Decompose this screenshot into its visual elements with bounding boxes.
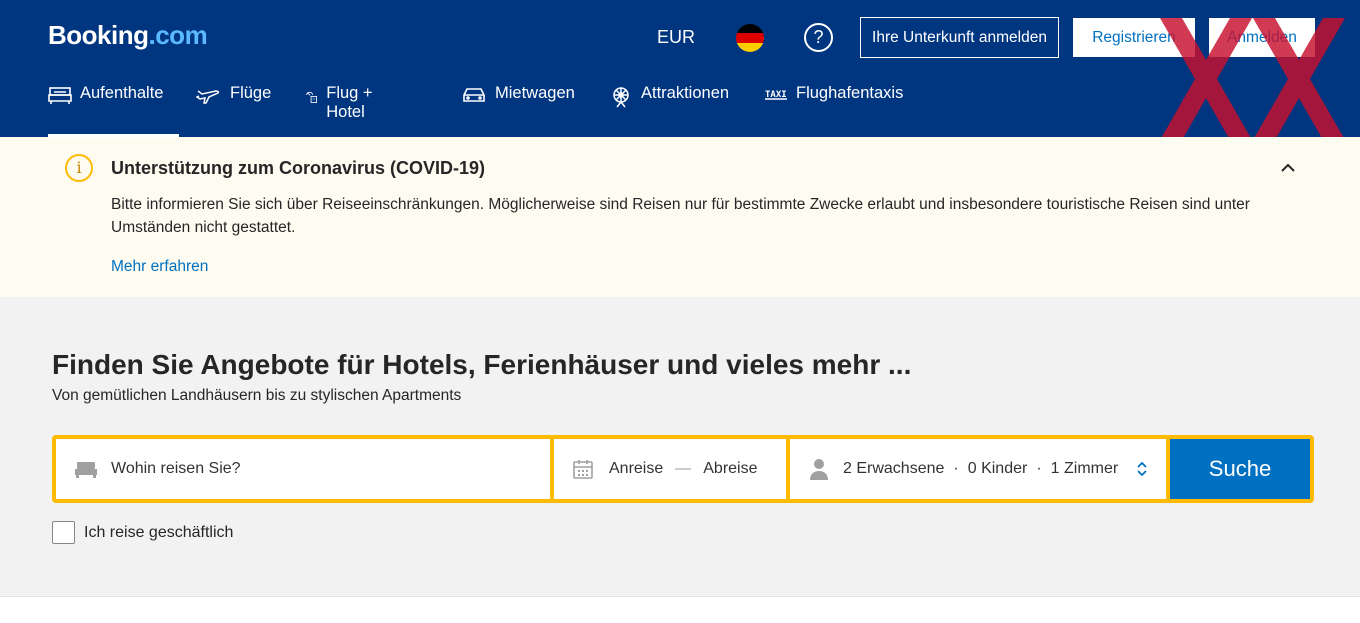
nav-label-car-rental: Mietwagen — [495, 84, 575, 102]
destination-placeholder: Wohin reisen Sie? — [111, 460, 241, 477]
adults-count: 2 Erwachsene — [843, 460, 945, 477]
person-icon — [810, 459, 828, 480]
header: Booking.com EUR ? Ihre Unterkunft anmeld… — [0, 0, 1360, 140]
chevron-up-icon[interactable] — [1278, 161, 1298, 175]
nav-label-flights: Flüge — [230, 84, 272, 102]
calendar-icon — [573, 460, 593, 479]
chevron-updown-icon — [1137, 461, 1147, 477]
booking-logo[interactable]: Booking.com — [48, 20, 208, 51]
nav-item-airport-taxis[interactable]: TAXI Flughafentaxis — [764, 84, 903, 137]
business-travel-checkbox[interactable] — [52, 521, 75, 544]
plane-icon — [196, 90, 220, 104]
bed-icon — [75, 462, 97, 478]
bed-icon — [48, 87, 72, 104]
guests-field[interactable]: 2 Erwachsene · 0 Kinder · 1 Zimmer — [790, 439, 1166, 499]
banner-text: Bitte informieren Sie sich über Reiseein… — [111, 196, 1250, 236]
nav-item-attractions[interactable]: Attraktionen — [609, 84, 729, 137]
search-button[interactable]: Suche — [1170, 439, 1310, 499]
page-title: Finden Sie Angebote für Hotels, Ferienhä… — [52, 349, 912, 380]
nav-label-stays: Aufenthalte — [80, 84, 164, 102]
destination-field[interactable]: Wohin reisen Sie? — [56, 439, 550, 499]
page-subtitle: Von gemütlichen Landhäusern bis zu styli… — [52, 387, 462, 404]
banner-title: Unterstützung zum Coronavirus (COVID-19) — [111, 158, 486, 178]
covid-banner: i Unterstützung zum Coronavirus (COVID-1… — [0, 137, 1360, 297]
flight-hotel-icon — [305, 91, 317, 103]
nav-label-attractions: Attraktionen — [641, 84, 730, 102]
business-travel-option[interactable]: Ich reise geschäftlich — [52, 521, 233, 544]
search-bar: Wohin reisen Sie? Anreise — Abreise 2 Er… — [52, 435, 1314, 503]
register-button[interactable]: Registrieren — [1073, 18, 1195, 57]
nav-item-flight-hotel[interactable]: Flug + Hotel — [305, 84, 376, 137]
learn-more-link[interactable]: Mehr erfahren — [111, 258, 208, 276]
nav-item-car-rental[interactable]: Mietwagen — [461, 84, 575, 137]
currency-selector[interactable]: EUR — [657, 27, 695, 48]
date-field[interactable]: Anreise — Abreise — [554, 439, 786, 499]
guests-separator: · — [1036, 460, 1042, 477]
car-icon — [463, 88, 485, 102]
taxi-icon: TAXI — [765, 90, 787, 100]
page-bottom — [0, 596, 1360, 623]
info-icon: i — [65, 154, 93, 182]
children-count: 0 Kinder — [967, 460, 1028, 477]
nav-label-flight-hotel: Flug + Hotel — [326, 84, 373, 121]
attractions-icon — [613, 87, 629, 108]
list-property-button[interactable]: Ihre Unterkunft anmelden — [860, 17, 1059, 58]
business-travel-label: Ich reise geschäftlich — [84, 523, 234, 541]
rooms-count: 1 Zimmer — [1050, 460, 1119, 477]
german-flag-icon[interactable] — [736, 24, 764, 52]
checkin-label: Anreise — [609, 460, 664, 477]
nav-item-flights[interactable]: Flüge — [196, 84, 271, 137]
checkout-label: Abreise — [703, 460, 758, 477]
guests-separator: · — [953, 460, 959, 477]
help-icon[interactable]: ? — [804, 23, 833, 52]
nav-label-airport-taxis: Flughafentaxis — [796, 84, 904, 102]
date-separator: — — [675, 460, 692, 477]
login-button[interactable]: Anmelden — [1209, 18, 1315, 57]
nav-item-stays[interactable]: Aufenthalte — [48, 84, 179, 137]
